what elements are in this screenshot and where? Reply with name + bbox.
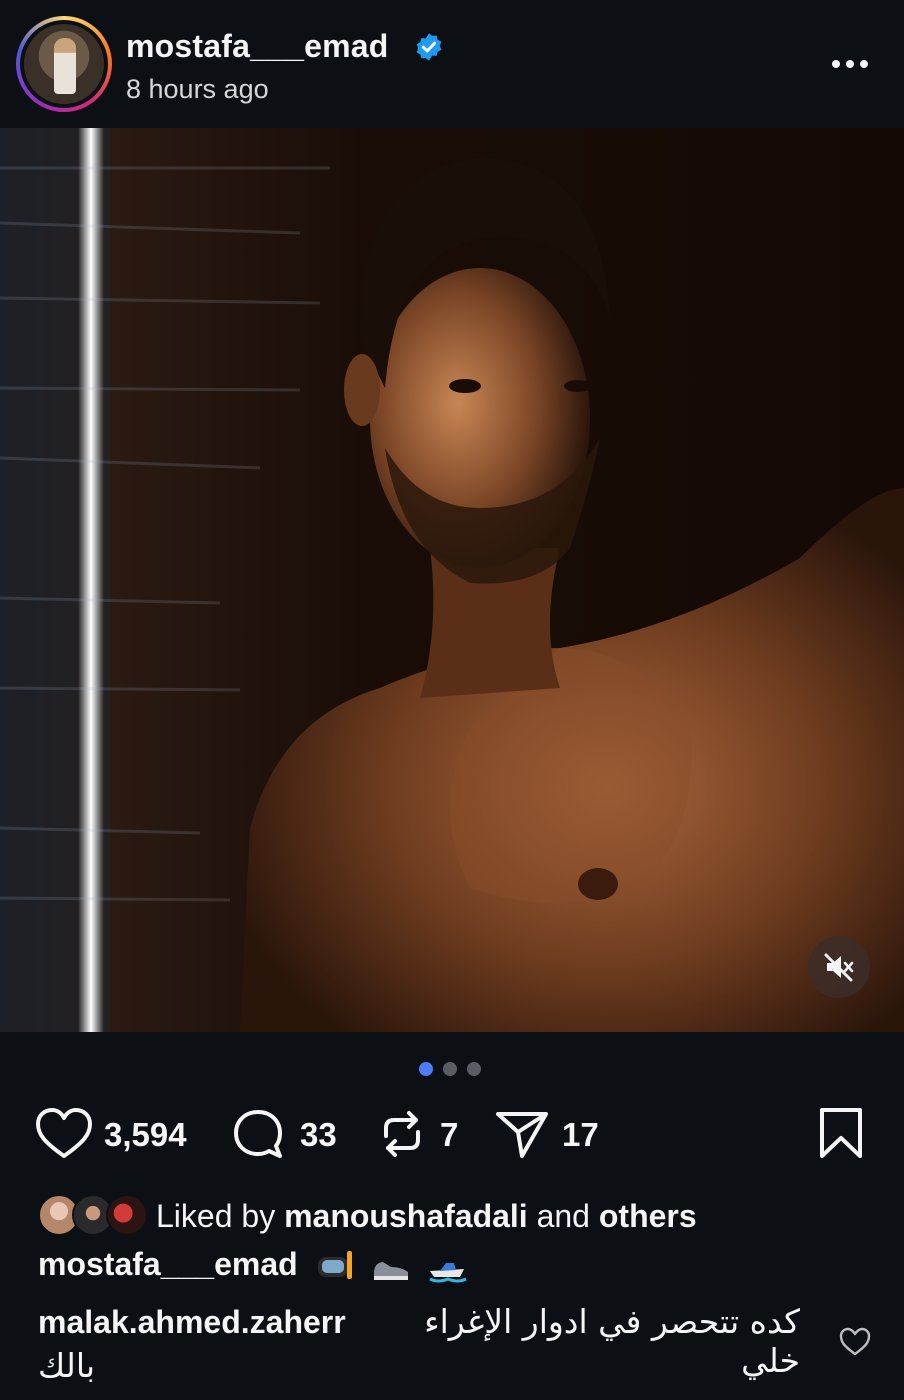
muted-speaker-icon <box>824 953 854 982</box>
post-photo <box>0 128 904 1032</box>
liked-by-connector: and <box>527 1198 599 1234</box>
avatar[interactable] <box>24 24 104 104</box>
like-count[interactable]: 3,594 <box>104 1116 187 1154</box>
liked-by-others[interactable]: others <box>599 1198 697 1234</box>
diving-mask-emoji <box>317 1250 352 1279</box>
liked-by-text: Liked by manoushafadali and others <box>156 1198 697 1235</box>
like-button[interactable] <box>34 1106 94 1162</box>
mute-toggle-button[interactable] <box>808 936 870 998</box>
comment-username[interactable]: malak.ahmed.zaherr <box>38 1304 346 1341</box>
more-options-icon[interactable] <box>826 50 874 78</box>
verified-badge-icon <box>416 33 442 61</box>
speedboat-emoji <box>429 1262 468 1283</box>
post-caption: mostafa___emad <box>38 1246 468 1287</box>
liked-by-user[interactable]: manoushafadali <box>284 1198 528 1234</box>
caption-username[interactable]: mostafa___emad <box>38 1246 298 1282</box>
comment-button[interactable] <box>230 1106 286 1162</box>
avatar <box>106 1194 148 1236</box>
comment-like-heart-icon[interactable] <box>838 1326 872 1358</box>
comment-text: كده تتحصر في ادوار الإغراء خلي <box>424 1302 800 1380</box>
share-button[interactable] <box>494 1106 550 1162</box>
post-timestamp: 8 hours ago <box>126 74 269 104</box>
author-username[interactable]: mostafa___emad <box>126 28 389 65</box>
carousel-dot <box>443 1062 457 1076</box>
comment-icon <box>234 1110 282 1158</box>
save-button[interactable] <box>818 1106 864 1162</box>
liked-by-prefix: Liked by <box>156 1198 285 1234</box>
carousel-dot-active <box>419 1062 433 1076</box>
carousel-dot <box>467 1062 481 1076</box>
liked-by-avatars[interactable] <box>38 1194 148 1236</box>
post-header: mostafa___emad 8 hours ago <box>0 0 904 128</box>
comment-count[interactable]: 33 <box>300 1116 337 1154</box>
post-media[interactable] <box>0 128 904 1032</box>
avatar-frame <box>20 20 108 108</box>
comment-text-continued: بالك <box>38 1346 96 1385</box>
repost-button[interactable] <box>376 1106 428 1162</box>
repost-icon <box>384 1111 420 1157</box>
heart-icon <box>36 1108 92 1158</box>
repost-count[interactable]: 7 <box>440 1116 458 1154</box>
share-count[interactable]: 17 <box>562 1116 599 1154</box>
sneaker-emoji <box>374 1261 409 1280</box>
send-icon <box>496 1112 548 1158</box>
bookmark-icon <box>820 1108 862 1158</box>
story-ring[interactable] <box>16 16 112 112</box>
